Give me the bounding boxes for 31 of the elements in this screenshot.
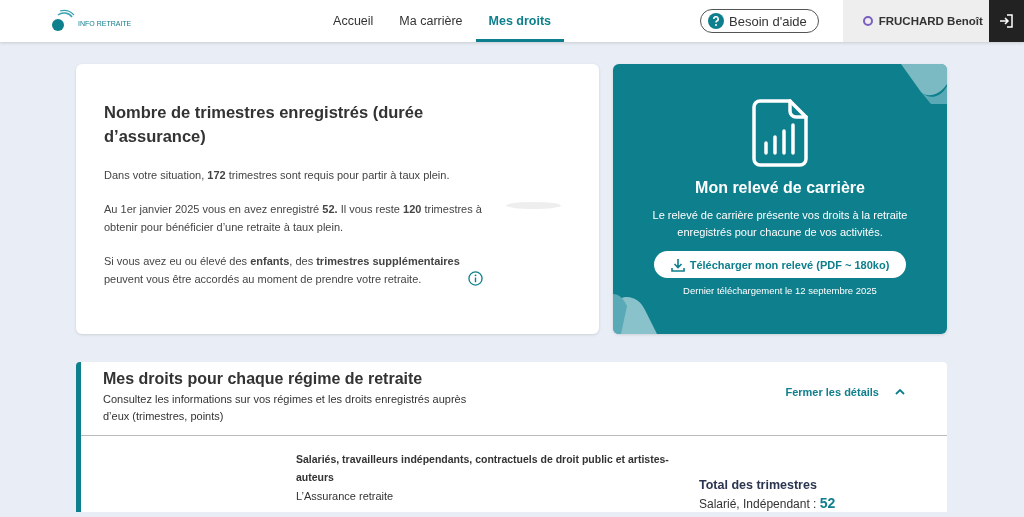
info-paragraph: Dans votre situation, 172 trimestres sont requis pour partir à taux plein. <box>104 169 450 181</box>
document-chart-icon <box>752 99 808 167</box>
collapse-toggle[interactable]: Fermer les détails <box>779 384 911 399</box>
nav-tab[interactable]: Ma carrière <box>386 3 476 42</box>
regime-name: Salariés, travailleurs indépendants, contractuels de droit public et artistes-auteurs <box>296 452 670 485</box>
nav-tab[interactable]: Mes droits <box>475 3 565 42</box>
logout-button[interactable] <box>988 0 1024 42</box>
download-icon <box>670 257 685 272</box>
total-label: Salarié, Indépendant : <box>699 497 817 511</box>
logo-icon <box>50 9 76 33</box>
card-title: Nombre de trimestres enregistrés (durée d’assurance) <box>104 102 424 147</box>
user-name: FRUCHARD Benoît <box>878 15 983 27</box>
total-title: Total des trimestres <box>699 478 818 492</box>
total-value: 52 <box>819 495 836 511</box>
help-icon <box>708 13 725 29</box>
user-menu[interactable]: FRUCHARD Benoît <box>842 0 989 42</box>
nav-tab[interactable]: Accueil <box>320 3 387 42</box>
section-title: Mes droits pour chaque régime de retraite <box>103 370 424 388</box>
info-icon[interactable] <box>468 271 483 286</box>
download-button[interactable]: Télécharger mon relevé (PDF ~ 180ko) <box>653 251 907 278</box>
regime-organism: L’Assurance retraite <box>296 490 395 502</box>
card-title: Mon relevé de carrière <box>695 179 865 197</box>
section-subtitle: Consultez les informations sur vos régimes et les droits enregistrés auprès d’eux (trimestres, points) <box>103 392 468 424</box>
card-description: Le relevé de carrière présente vos droits à la retraite enregistrés pour chacune de vos activités. <box>651 208 909 240</box>
help-button[interactable]: Besoin d'aide <box>700 9 819 33</box>
info-paragraph: Au 1er janvier 2025 vous en avez enregistré 52. Il vous reste 120 trimestres à obtenir pour bénéficier d’une retraite à taux plein. <box>104 203 482 233</box>
last-download-date: Dernier téléchargement le 12 septembre 2025 <box>683 285 877 296</box>
logout-icon <box>998 13 1015 29</box>
info-paragraph: Si vous avez eu ou élevé des enfants, des trimestres supplémentaires peuvent vous être accordés au moment de prendre votre retraite. <box>104 254 461 287</box>
user-icon <box>862 16 873 26</box>
chevron-icon <box>895 388 905 395</box>
